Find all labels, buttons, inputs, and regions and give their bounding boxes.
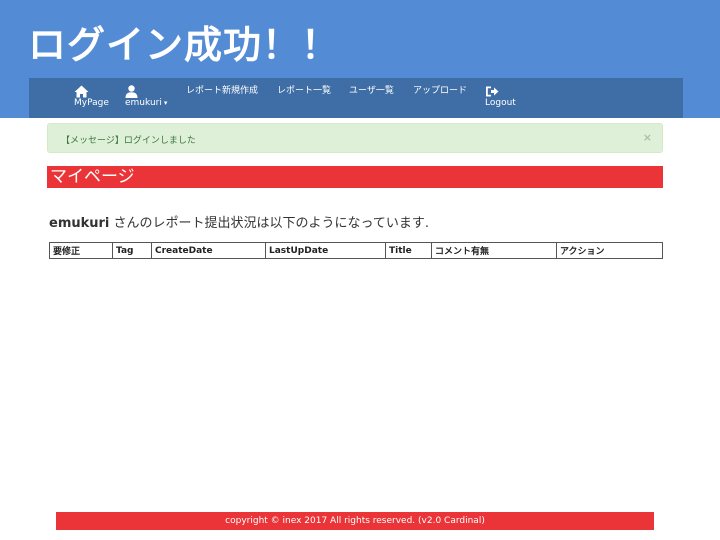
chevron-down-icon: ▾ — [163, 99, 168, 107]
slide-title: ログイン成功！！ — [28, 23, 341, 67]
column-header-createdate[interactable]: CreateDate — [151, 242, 266, 259]
nav-user-list[interactable]: ユーザ一覧 — [349, 86, 394, 97]
page-heading: マイページ — [47, 166, 663, 188]
nav-logout[interactable]: Logout — [485, 85, 516, 109]
table-header-row: 要修正 Tag CreateDate LastUpDate Title コメント… — [49, 242, 663, 259]
nav-user-dropdown[interactable]: emukuri ▾ — [125, 85, 167, 109]
column-header-action[interactable]: アクション — [556, 242, 663, 259]
column-header-lastupdate[interactable]: LastUpDate — [265, 242, 386, 259]
column-header-tag[interactable]: Tag — [112, 242, 152, 259]
nav-mypage[interactable]: MyPage — [74, 85, 109, 109]
nav-report-list[interactable]: レポート一覧 — [277, 86, 331, 97]
navbar: MyPage emukuri ▾ レポート新規作成 レポート一覧 ユーザ一覧 アッ… — [29, 78, 683, 118]
column-header-title[interactable]: Title — [385, 242, 432, 259]
footer-copyright: copyright © inex 2017 All rights reserve… — [225, 516, 485, 526]
report-table: 要修正 Tag CreateDate LastUpDate Title コメント… — [49, 242, 663, 259]
page-title: マイページ — [50, 167, 135, 187]
column-header-needs-fix[interactable]: 要修正 — [49, 242, 113, 259]
report-status-text: emukuri さんのレポート提出状況は以下のようになっています. — [49, 212, 429, 231]
success-alert: 【メッセージ】ログインしました × — [47, 123, 663, 153]
nav-upload[interactable]: アップロード — [413, 86, 467, 97]
close-icon[interactable]: × — [643, 131, 652, 144]
sign-out-icon — [485, 85, 516, 98]
nav-upload-label: アップロード — [413, 86, 468, 96]
nav-new-report[interactable]: レポート新規作成 — [186, 86, 258, 97]
nav-mypage-label: MyPage — [74, 98, 109, 108]
alert-message: 【メッセージ】ログインしました — [61, 136, 196, 146]
status-message: さんのレポート提出状況は以下のようになっています. — [109, 216, 430, 231]
home-icon — [74, 85, 109, 98]
column-header-comment[interactable]: コメント有無 — [431, 242, 557, 259]
nav-new-report-label: レポート新規作成 — [186, 86, 259, 96]
nav-user-list-label: ユーザ一覧 — [349, 86, 394, 96]
user-icon — [125, 85, 167, 98]
nav-report-list-label: レポート一覧 — [277, 86, 332, 96]
status-username: emukuri — [49, 216, 110, 231]
nav-user-label: emukuri — [125, 98, 162, 108]
footer: copyright © inex 2017 All rights reserve… — [56, 512, 654, 530]
nav-logout-label: Logout — [485, 98, 516, 108]
